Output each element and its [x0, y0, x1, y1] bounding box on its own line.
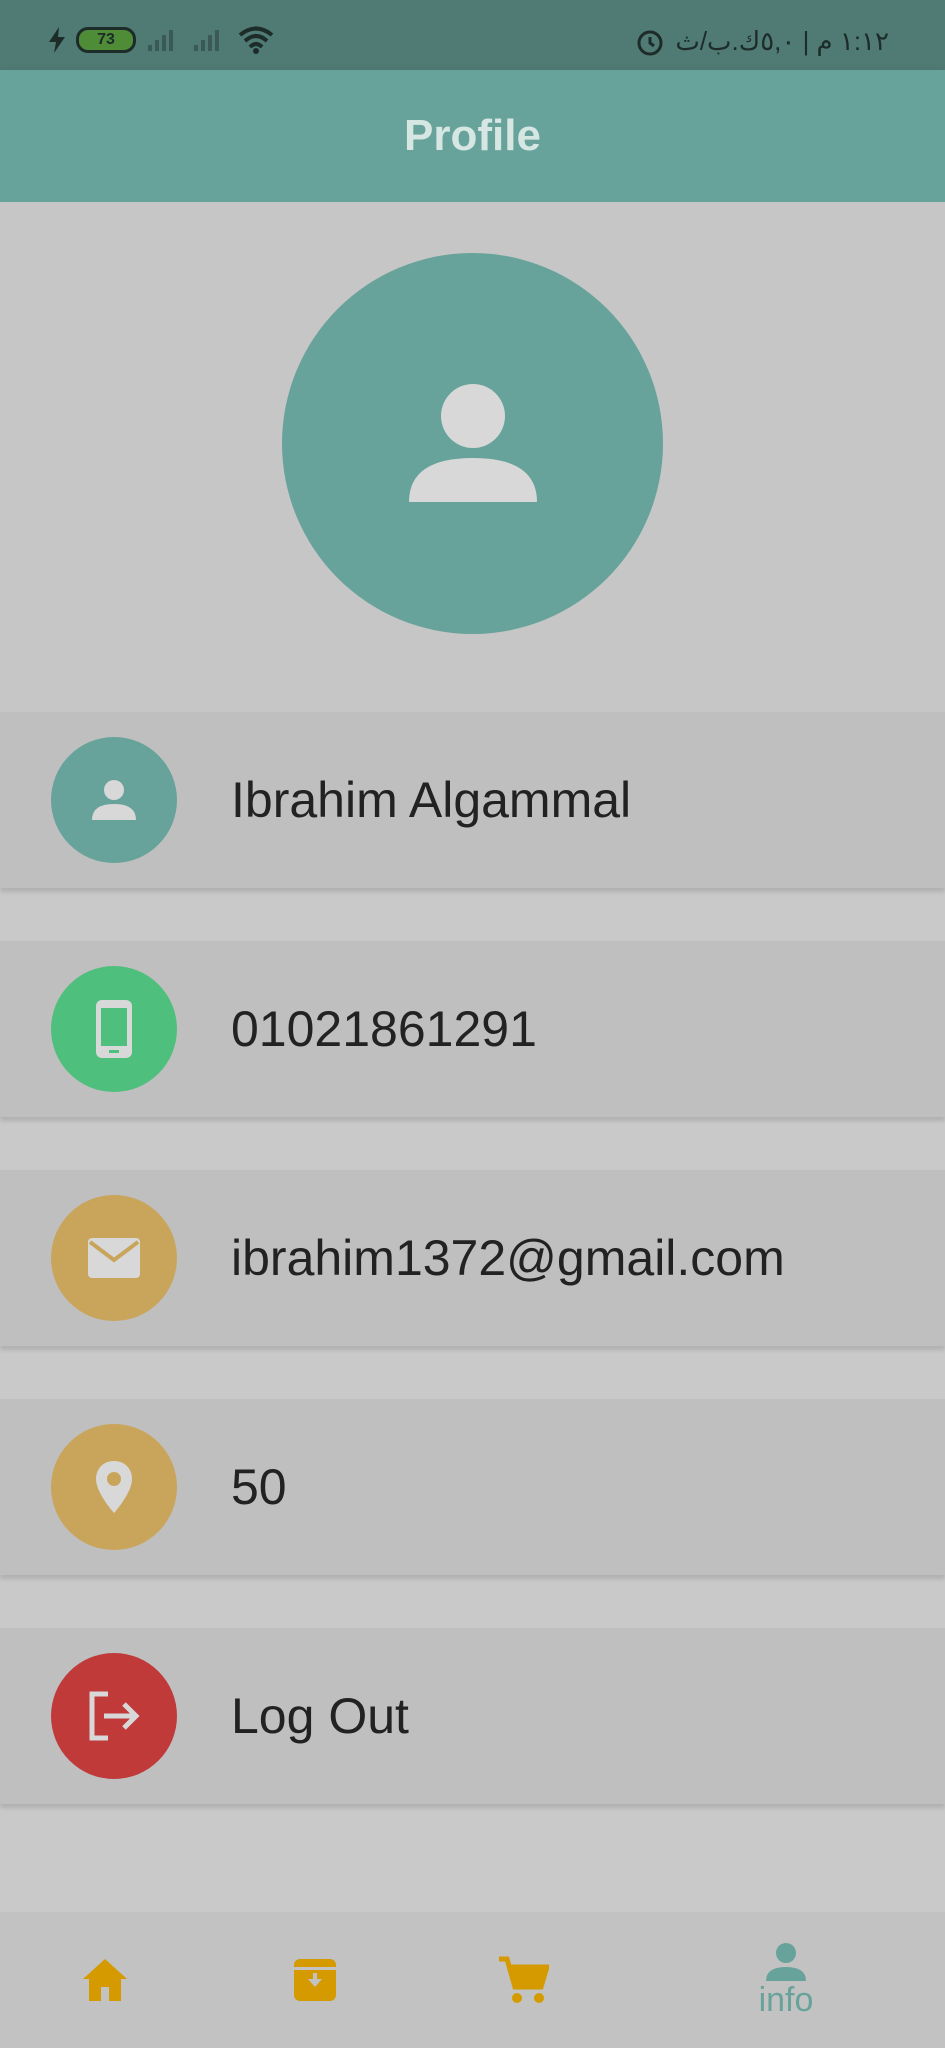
profile-item-name[interactable]: Ibrahim Algammal	[0, 712, 945, 888]
person-icon	[92, 780, 136, 820]
cart-icon	[499, 1956, 549, 2003]
phone-icon	[96, 1000, 132, 1058]
app-bar: Profile	[0, 70, 945, 202]
nav-home[interactable]	[60, 1912, 150, 2048]
archive-download-icon	[294, 1959, 336, 2001]
nav-archive[interactable]	[270, 1912, 360, 2048]
profile-location: 50	[231, 1459, 287, 1515]
profile-item-location[interactable]: 50	[0, 1399, 945, 1575]
nav-cart[interactable]	[478, 1912, 568, 2048]
logout-icon	[89, 1691, 140, 1741]
wifi-icon	[238, 26, 274, 54]
location-icon-circle	[51, 1424, 177, 1550]
name-icon-circle	[51, 737, 177, 863]
signal-icon	[148, 30, 173, 51]
status-time: ١:١٢ م | ٥,٠ك.ب/ث	[675, 26, 889, 56]
logout-icon-circle	[51, 1653, 177, 1779]
home-icon	[83, 1959, 127, 2001]
phone-icon-circle	[51, 966, 177, 1092]
logout-label: Log Out	[231, 1688, 409, 1744]
nav-info-label: info	[758, 1980, 814, 2019]
nav-info[interactable]: info	[736, 1912, 836, 2048]
profile-item-email[interactable]: ibrahim1372@gmail.com	[0, 1170, 945, 1346]
profile-phone: 01021861291	[231, 1001, 537, 1057]
person-icon	[766, 1942, 806, 1981]
profile-email: ibrahim1372@gmail.com	[231, 1230, 785, 1286]
profile-name: Ibrahim Algammal	[231, 772, 632, 828]
status-bar: 73 ١:١٢ م | ٥,٠ك.ب/ث	[0, 0, 945, 70]
alarm-icon	[637, 30, 663, 55]
avatar[interactable]	[282, 253, 663, 634]
email-icon-circle	[51, 1195, 177, 1321]
status-icons-left: 73	[48, 26, 274, 54]
location-pin-icon	[96, 1461, 132, 1513]
status-icons-right: ١:١٢ م | ٥,٠ك.ب/ث	[635, 26, 889, 57]
battery-level: 73	[97, 31, 115, 48]
charging-icon	[49, 27, 65, 53]
logout-button[interactable]: Log Out	[0, 1628, 945, 1804]
person-icon	[408, 383, 537, 502]
email-icon	[88, 1238, 140, 1278]
profile-item-phone[interactable]: 01021861291	[0, 941, 945, 1117]
page-title: Profile	[404, 111, 541, 160]
bottom-nav: info	[0, 1912, 945, 2048]
battery-icon: 73	[76, 27, 136, 53]
signal-icon-2	[194, 30, 219, 51]
